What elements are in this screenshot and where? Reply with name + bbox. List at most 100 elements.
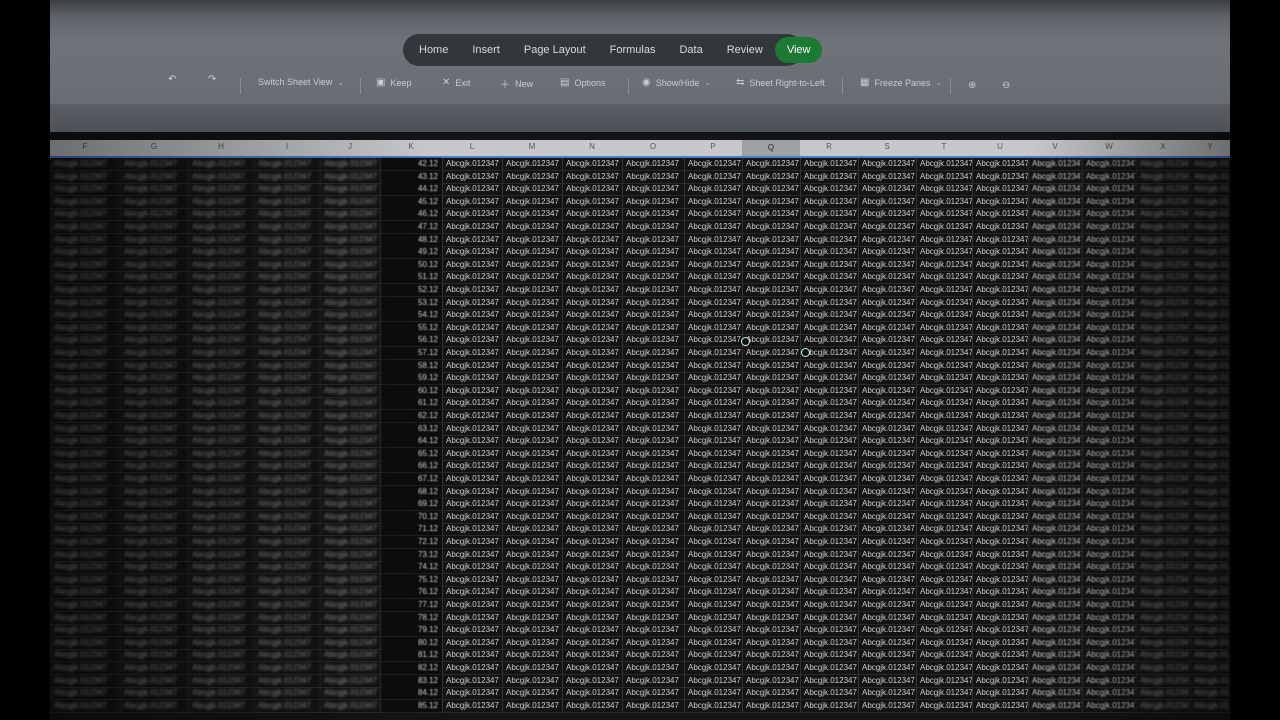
cell-j[interactable]: Abcgjk.012347 <box>320 384 380 397</box>
cell-w[interactable]: Abcgjk.012347 <box>1082 435 1136 448</box>
cell-j[interactable]: Abcgjk.012347 <box>320 674 380 687</box>
cell-s[interactable]: Abcgjk.012347 <box>858 258 916 271</box>
cell-f[interactable]: Abcgjk.012347 <box>50 309 120 322</box>
cell-y[interactable]: Abcgjk.012347 <box>1190 183 1230 196</box>
cell-j[interactable]: Abcgjk.012347 <box>320 536 380 548</box>
cell-t[interactable]: Abcgjk.012347 <box>916 536 972 548</box>
cell-v[interactable]: Abcgjk.012347 <box>1028 548 1082 561</box>
cell-o[interactable]: Abcgjk.012347 <box>622 624 684 637</box>
cell-n[interactable]: Abcgjk.012347 <box>562 473 622 485</box>
cell-y[interactable]: Abcgjk.012347 <box>1190 561 1230 574</box>
cell-r[interactable]: Abcgjk.012347 <box>800 195 858 208</box>
cell-k[interactable]: 73.12 <box>380 548 442 561</box>
cell-m[interactable]: Abcgjk.012347 <box>502 410 562 422</box>
cell-l[interactable]: Abcgjk.012347 <box>442 170 502 183</box>
cell-h[interactable]: Abcgjk.012347 <box>188 636 254 649</box>
cell-t[interactable]: Abcgjk.012347 <box>916 498 972 511</box>
cell-o[interactable]: Abcgjk.012347 <box>622 674 684 687</box>
cell-s[interactable]: Abcgjk.012347 <box>858 624 916 637</box>
cell-u[interactable]: Abcgjk.012347 <box>972 573 1028 586</box>
cell-n[interactable]: Abcgjk.012347 <box>562 183 622 196</box>
cell-p[interactable]: Abcgjk.012347 <box>684 158 742 170</box>
cell-q[interactable]: Abcgjk.012347 <box>742 296 800 309</box>
cell-f[interactable]: Abcgjk.012347 <box>50 460 120 473</box>
cell-i[interactable]: Abcgjk.012347 <box>254 498 320 511</box>
cell-m[interactable]: Abcgjk.012347 <box>502 536 562 548</box>
cell-t[interactable]: Abcgjk.012347 <box>916 334 972 347</box>
cell-p[interactable]: Abcgjk.012347 <box>684 372 742 385</box>
cell-q[interactable]: Abcgjk.012347 <box>742 611 800 624</box>
cell-v[interactable]: Abcgjk.012347 <box>1028 221 1082 233</box>
cell-y[interactable]: Abcgjk.012347 <box>1190 510 1230 523</box>
cell-n[interactable]: Abcgjk.012347 <box>562 195 622 208</box>
cell-t[interactable]: Abcgjk.012347 <box>916 662 972 674</box>
cell-l[interactable]: Abcgjk.012347 <box>442 309 502 322</box>
cell-i[interactable]: Abcgjk.012347 <box>254 636 320 649</box>
cell-k[interactable]: 54.12 <box>380 309 442 322</box>
cell-h[interactable]: Abcgjk.012347 <box>188 397 254 410</box>
column-header-x[interactable]: X <box>1136 142 1190 151</box>
cell-u[interactable]: Abcgjk.012347 <box>972 410 1028 422</box>
column-header-r[interactable]: R <box>800 142 858 151</box>
cell-r[interactable]: Abcgjk.012347 <box>800 573 858 586</box>
cell-w[interactable]: Abcgjk.012347 <box>1082 246 1136 259</box>
cell-y[interactable]: Abcgjk.012347 <box>1190 384 1230 397</box>
cell-t[interactable]: Abcgjk.012347 <box>916 221 972 233</box>
cell-r[interactable]: Abcgjk.012347 <box>800 536 858 548</box>
cell-v[interactable]: Abcgjk.012347 <box>1028 485 1082 498</box>
cell-w[interactable]: Abcgjk.012347 <box>1082 258 1136 271</box>
cell-y[interactable]: Abcgjk.012347 <box>1190 435 1230 448</box>
cell-l[interactable]: Abcgjk.012347 <box>442 271 502 284</box>
cell-j[interactable]: Abcgjk.012347 <box>320 158 380 170</box>
cell-k[interactable]: 61.12 <box>380 397 442 410</box>
cell-k[interactable]: 63.12 <box>380 422 442 435</box>
cell-g[interactable]: Abcgjk.012347 <box>120 599 188 611</box>
cell-t[interactable]: Abcgjk.012347 <box>916 485 972 498</box>
cell-y[interactable]: Abcgjk.012347 <box>1190 233 1230 246</box>
cell-i[interactable]: Abcgjk.012347 <box>254 183 320 196</box>
cell-w[interactable]: Abcgjk.012347 <box>1082 334 1136 347</box>
cell-j[interactable]: Abcgjk.012347 <box>320 699 380 712</box>
cell-m[interactable]: Abcgjk.012347 <box>502 334 562 347</box>
cell-k[interactable]: 48.12 <box>380 233 442 246</box>
cell-n[interactable]: Abcgjk.012347 <box>562 321 622 334</box>
cell-p[interactable]: Abcgjk.012347 <box>684 435 742 448</box>
cell-g[interactable]: Abcgjk.012347 <box>120 573 188 586</box>
cell-k[interactable]: 49.12 <box>380 246 442 259</box>
cell-g[interactable]: Abcgjk.012347 <box>120 208 188 221</box>
cell-f[interactable]: Abcgjk.012347 <box>50 510 120 523</box>
cell-l[interactable]: Abcgjk.012347 <box>442 599 502 611</box>
cell-i[interactable]: Abcgjk.012347 <box>254 233 320 246</box>
cell-w[interactable]: Abcgjk.012347 <box>1082 296 1136 309</box>
cell-o[interactable]: Abcgjk.012347 <box>622 536 684 548</box>
cell-k[interactable]: 81.12 <box>380 649 442 662</box>
cell-h[interactable]: Abcgjk.012347 <box>188 548 254 561</box>
column-header-u[interactable]: U <box>972 142 1028 151</box>
cell-q[interactable]: Abcgjk.012347 <box>742 624 800 637</box>
cell-j[interactable]: Abcgjk.012347 <box>320 410 380 422</box>
cell-o[interactable]: Abcgjk.012347 <box>622 359 684 372</box>
cell-v[interactable]: Abcgjk.012347 <box>1028 410 1082 422</box>
cell-s[interactable]: Abcgjk.012347 <box>858 435 916 448</box>
undo-button[interactable]: ↶ <box>168 74 176 85</box>
cell-y[interactable]: Abcgjk.012347 <box>1190 309 1230 322</box>
cell-o[interactable]: Abcgjk.012347 <box>622 447 684 460</box>
cell-w[interactable]: Abcgjk.012347 <box>1082 347 1136 359</box>
cell-l[interactable]: Abcgjk.012347 <box>442 347 502 359</box>
cell-f[interactable]: Abcgjk.012347 <box>50 422 120 435</box>
cell-h[interactable]: Abcgjk.012347 <box>188 523 254 536</box>
cell-h[interactable]: Abcgjk.012347 <box>188 687 254 700</box>
cell-t[interactable]: Abcgjk.012347 <box>916 410 972 422</box>
cell-g[interactable]: Abcgjk.012347 <box>120 195 188 208</box>
cell-i[interactable]: Abcgjk.012347 <box>254 599 320 611</box>
options-button[interactable]: ▤ Options <box>560 77 605 88</box>
cell-u[interactable]: Abcgjk.012347 <box>972 347 1028 359</box>
cell-j[interactable]: Abcgjk.012347 <box>320 498 380 511</box>
cell-m[interactable]: Abcgjk.012347 <box>502 561 562 574</box>
cell-w[interactable]: Abcgjk.012347 <box>1082 422 1136 435</box>
cell-l[interactable]: Abcgjk.012347 <box>442 624 502 637</box>
tab-data[interactable]: Data <box>667 37 714 63</box>
cell-f[interactable]: Abcgjk.012347 <box>50 397 120 410</box>
cell-j[interactable]: Abcgjk.012347 <box>320 611 380 624</box>
cell-l[interactable]: Abcgjk.012347 <box>442 321 502 334</box>
